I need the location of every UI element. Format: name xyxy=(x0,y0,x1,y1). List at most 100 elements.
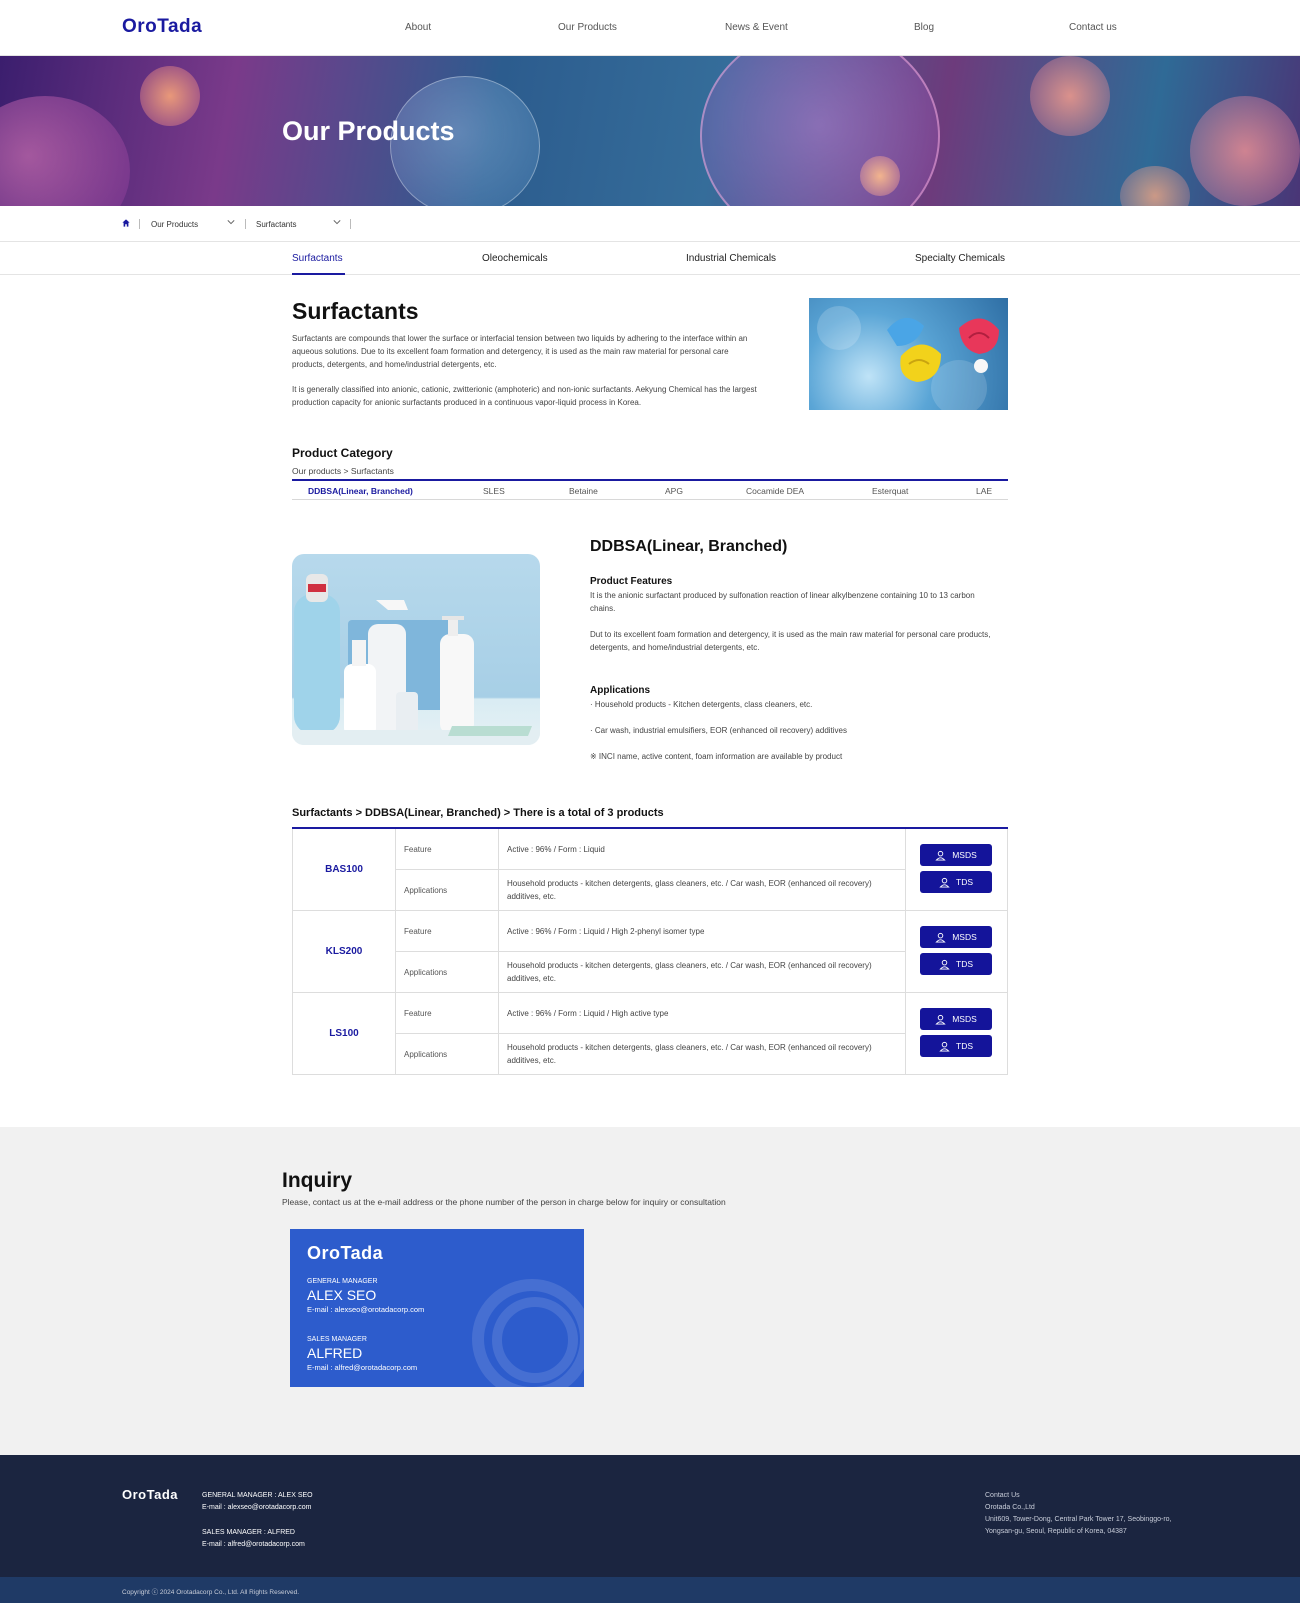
breadcrumb: Our Products Surfactants xyxy=(0,206,1300,242)
product-code[interactable]: LS100 xyxy=(293,993,396,1074)
user-icon xyxy=(935,932,946,943)
inquiry-description: Please, contact us at the e-mail address… xyxy=(282,1197,726,1207)
footer-sm: SALES MANAGER : ALFRED xyxy=(202,1529,295,1536)
tds-label: TDS xyxy=(956,1041,973,1051)
chevron-down-icon[interactable] xyxy=(227,218,235,226)
hero-bubble xyxy=(0,96,130,206)
copyright-text: Copyright ⓒ 2024 Orotadacorp Co., Ltd. A… xyxy=(122,1589,300,1596)
table-row: LS100 Feature Applications Active : 96% … xyxy=(292,993,1008,1075)
user-icon xyxy=(939,877,950,888)
card-logo: OroTada xyxy=(307,1243,384,1263)
hero-banner: Our Products xyxy=(0,56,1300,206)
footer-sm-email[interactable]: E-mail : alfred@orotadacorp.com xyxy=(202,1539,305,1551)
applications-value: Household products - kitchen detergents,… xyxy=(499,952,906,992)
applications-value: Household products - kitchen detergents,… xyxy=(499,1034,906,1074)
footer-gm-email[interactable]: E-mail : alexseo@orotadacorp.com xyxy=(202,1502,311,1514)
msds-button[interactable]: MSDS xyxy=(920,1008,992,1030)
nav-blog[interactable]: Blog xyxy=(914,22,934,33)
msds-label: MSDS xyxy=(952,850,977,860)
site-header: OroTada About Our Products News & Event … xyxy=(0,0,1300,56)
user-icon xyxy=(935,1014,946,1025)
product-category-title: Product Category xyxy=(292,446,393,460)
features-heading: Product Features xyxy=(590,576,673,587)
msds-label: MSDS xyxy=(952,932,977,942)
applications-label: Applications xyxy=(396,1034,499,1074)
card-decoration xyxy=(492,1297,578,1383)
category-item-betaine[interactable]: Betaine xyxy=(569,486,598,496)
applications-label: Applications xyxy=(396,870,499,910)
card-email[interactable]: E-mail : alfred@orotadacorp.com xyxy=(307,1363,417,1372)
tab-oleochemicals[interactable]: Oleochemicals xyxy=(482,253,548,264)
product-code[interactable]: BAS100 xyxy=(293,829,396,910)
user-icon xyxy=(935,850,946,861)
site-footer: OroTada GENERAL MANAGER : ALEX SEO E-mai… xyxy=(0,1455,1300,1577)
breadcrumb-divider xyxy=(245,219,246,229)
inquiry-title: Inquiry xyxy=(282,1169,353,1192)
nav-contact-us[interactable]: Contact us xyxy=(1069,22,1117,33)
tab-specialty-chemicals[interactable]: Specialty Chemicals xyxy=(915,253,1005,264)
category-item-cocamide-dea[interactable]: Cocamide DEA xyxy=(746,486,804,496)
features-text: It is the anionic surfactant produced by… xyxy=(590,591,975,613)
msds-button[interactable]: MSDS xyxy=(920,844,992,866)
user-icon xyxy=(939,959,950,970)
category-item-apg[interactable]: APG xyxy=(665,486,683,496)
footer-gm: GENERAL MANAGER : ALEX SEO xyxy=(202,1492,313,1499)
nav-news-event[interactable]: News & Event xyxy=(725,22,788,33)
category-item-ddbsa[interactable]: DDBSA(Linear, Branched) xyxy=(308,486,413,496)
hero-title: Our Products xyxy=(282,116,455,146)
application-note: ※ INCI name, active content, foam inform… xyxy=(590,752,843,761)
hero-bubble xyxy=(1030,56,1110,136)
hero-bubble xyxy=(700,56,940,206)
intro-paragraph: Surfactants are compounds that lower the… xyxy=(292,334,748,369)
footer-address: Yongsan-gu, Seoul, Republic of Korea, 04… xyxy=(985,1528,1127,1535)
footer-address: Unit609, Tower-Dong, Central Park Tower … xyxy=(985,1516,1172,1523)
footer-logo[interactable]: OroTada xyxy=(122,1487,178,1502)
contact-card: OroTada GENERAL MANAGER ALEX SEO E-mail … xyxy=(290,1229,584,1387)
inquiry-section: Inquiry Please, contact us at the e-mail… xyxy=(0,1127,1300,1455)
tds-button[interactable]: TDS xyxy=(920,1035,992,1057)
category-path: Our products > Surfactants xyxy=(292,466,394,476)
card-email[interactable]: E-mail : alexseo@orotadacorp.com xyxy=(307,1305,424,1314)
tds-button[interactable]: TDS xyxy=(920,871,992,893)
footer-contact-title: Contact Us xyxy=(985,1492,1020,1499)
category-item-esterquat[interactable]: Esterquat xyxy=(872,486,908,496)
tds-button[interactable]: TDS xyxy=(920,953,992,975)
feature-label: Feature xyxy=(396,993,499,1034)
feature-value: Active : 96% / Form : Liquid / High acti… xyxy=(499,993,906,1034)
site-logo[interactable]: OroTada xyxy=(122,16,202,38)
msds-button[interactable]: MSDS xyxy=(920,926,992,948)
hero-bubble xyxy=(1120,166,1190,206)
card-role: GENERAL MANAGER xyxy=(307,1278,378,1285)
product-name: DDBSA(Linear, Branched) xyxy=(590,538,788,555)
breadcrumb-surfactants[interactable]: Surfactants xyxy=(256,220,296,229)
application-item: · Car wash, industrial emulsifiers, EOR … xyxy=(590,726,847,735)
breadcrumb-our-products[interactable]: Our Products xyxy=(151,220,198,229)
tds-label: TDS xyxy=(956,877,973,887)
tds-label: TDS xyxy=(956,959,973,969)
nav-our-products[interactable]: Our Products xyxy=(558,22,617,33)
intro-paragraph: It is generally classified into anionic,… xyxy=(292,385,757,407)
product-category-bar: DDBSA(Linear, Branched) SLES Betaine APG… xyxy=(292,479,1008,500)
user-icon xyxy=(939,1041,950,1052)
category-tabs: Surfactants Oleochemicals Industrial Che… xyxy=(0,242,1300,275)
feature-label: Feature xyxy=(396,911,499,952)
product-code[interactable]: KLS200 xyxy=(293,911,396,992)
category-item-lae[interactable]: LAE xyxy=(976,486,992,496)
table-row: BAS100 Feature Applications Active : 96%… xyxy=(292,829,1008,911)
nav-about[interactable]: About xyxy=(405,22,431,33)
feature-value: Active : 96% / Form : Liquid / High 2-ph… xyxy=(499,911,906,952)
home-icon[interactable] xyxy=(122,219,130,227)
tab-industrial-chemicals[interactable]: Industrial Chemicals xyxy=(686,253,776,264)
product-table: BAS100 Feature Applications Active : 96%… xyxy=(292,827,1008,1075)
category-item-sles[interactable]: SLES xyxy=(483,486,505,496)
msds-label: MSDS xyxy=(952,1014,977,1024)
active-tab-indicator xyxy=(292,273,345,275)
card-name: ALFRED xyxy=(307,1345,363,1361)
tab-surfactants[interactable]: Surfactants xyxy=(292,253,343,264)
application-item: · Household products - Kitchen detergent… xyxy=(590,700,813,709)
features-text: Dut to its excellent foam formation and … xyxy=(590,630,991,652)
hero-bubble xyxy=(860,156,900,196)
breadcrumb-divider xyxy=(139,219,140,229)
feature-value: Active : 96% / Form : Liquid xyxy=(499,829,906,870)
chevron-down-icon[interactable] xyxy=(333,218,341,226)
